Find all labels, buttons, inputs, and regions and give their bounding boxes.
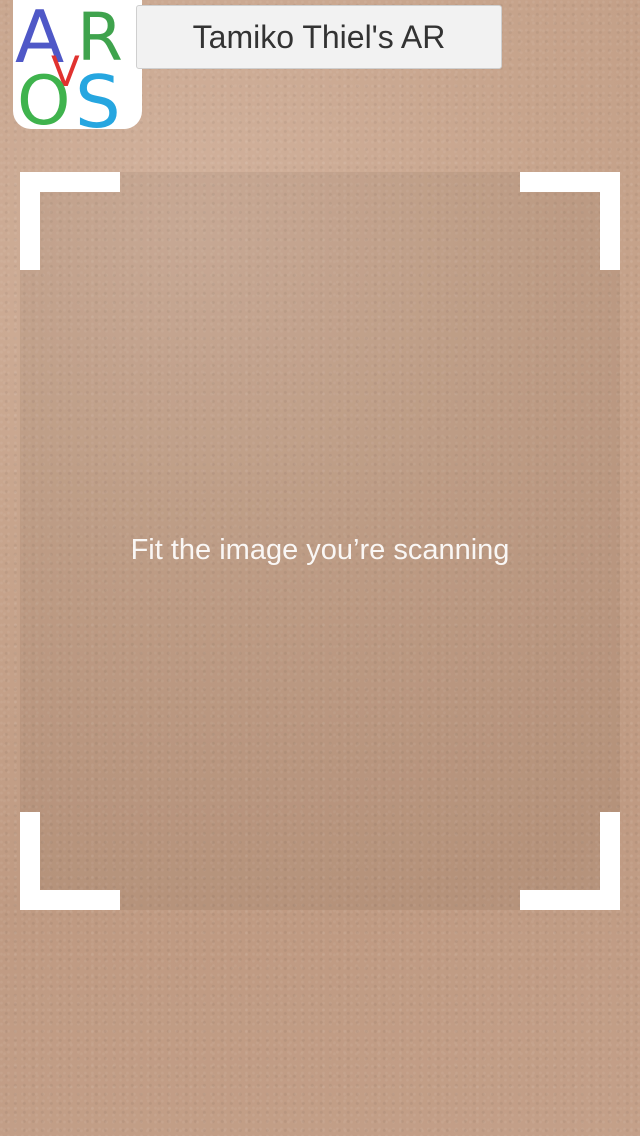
scan-corner-bottom-left (20, 812, 120, 910)
scan-corner-top-right (520, 172, 620, 270)
scan-corner-top-left (20, 172, 120, 270)
arvos-logo-mark: A R V O S (15, 0, 123, 129)
logo-letter-o: O (17, 62, 71, 129)
scan-corner-bottom-right (520, 812, 620, 910)
app-title-button[interactable]: Tamiko Thiel's AR (136, 5, 502, 69)
scan-frame: Fit the image you’re scanning (20, 172, 620, 910)
scan-hint-text: Fit the image you’re scanning (130, 534, 510, 566)
arvos-logo: A R V O S (13, 0, 142, 129)
logo-letter-s: S (75, 60, 121, 129)
